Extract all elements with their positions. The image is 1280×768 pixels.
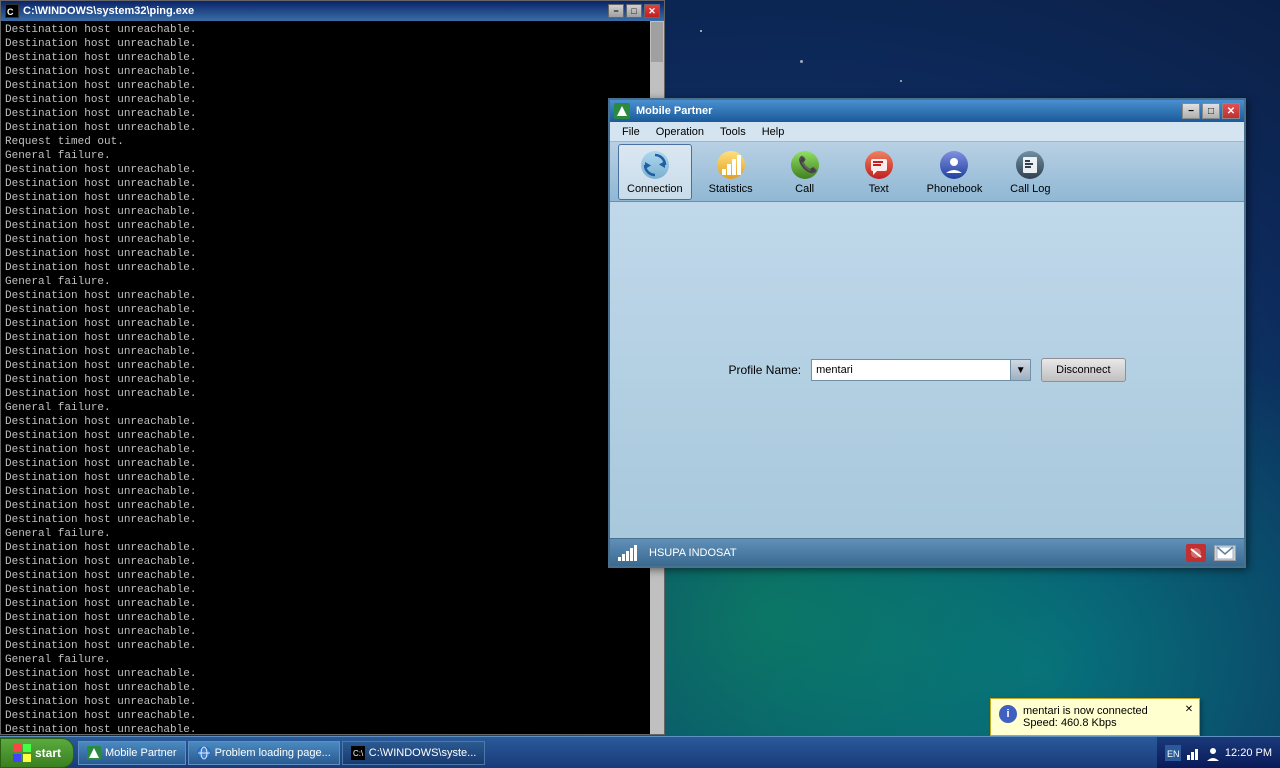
taskbar-tray: EN 12:20 PM <box>1157 737 1280 768</box>
call-label: Call <box>795 183 814 195</box>
cmd-content: Destination host unreachable.Destination… <box>1 21 664 734</box>
profile-input-wrap: ▼ <box>811 359 1031 381</box>
toolbar-call-button[interactable]: 📞 Call <box>770 144 840 200</box>
notification-info-icon: i <box>999 705 1017 723</box>
notification-text: mentari is now connected Speed: 460.8 Kb… <box>1023 705 1148 729</box>
tray-language-icon[interactable]: EN <box>1165 745 1181 761</box>
taskbar-item-browser-label: Problem loading page... <box>215 747 331 759</box>
signal-strength-icon <box>618 545 637 561</box>
mp-minimize-button[interactable]: − <box>1182 103 1200 119</box>
svg-text:📞: 📞 <box>798 154 818 174</box>
cmd-minimize-button[interactable]: − <box>608 4 624 18</box>
mp-window-icon <box>614 103 630 119</box>
cmd-maximize-button[interactable]: □ <box>626 4 642 18</box>
mobile-partner-window: Mobile Partner − □ ✕ File Operation Tool… <box>608 98 1246 568</box>
mp-main-content: Profile Name: ▼ Disconnect <box>610 202 1244 538</box>
start-label: start <box>35 746 61 760</box>
speed-label: Speed: <box>1023 717 1058 729</box>
taskbar-item-mobile-partner[interactable]: Mobile Partner <box>78 741 186 765</box>
toolbar-text-button[interactable]: Text <box>844 144 914 200</box>
connection-icon <box>639 149 671 181</box>
taskbar-items: Mobile Partner Problem loading page... C… <box>74 741 1157 765</box>
taskbar: start Mobile Partner Problem loading pag… <box>0 736 1280 768</box>
cmd-close-button[interactable]: ✕ <box>644 4 660 18</box>
menu-file[interactable]: File <box>614 124 648 140</box>
svg-text:C:\: C:\ <box>353 749 364 758</box>
star <box>900 80 902 82</box>
menu-help[interactable]: Help <box>754 124 793 140</box>
calllog-icon <box>1014 149 1046 181</box>
profile-name-label: Profile Name: <box>728 363 801 377</box>
speed-value: 460.8 Kbps <box>1061 717 1117 729</box>
mp-title: Mobile Partner <box>636 105 1182 117</box>
statistics-label: Statistics <box>709 183 753 195</box>
network-status: HSUPA INDOSAT <box>649 547 1178 559</box>
phonebook-icon <box>938 149 970 181</box>
signal-bar-3 <box>626 551 629 561</box>
cmd-window: C C:\WINDOWS\system32\ping.exe − □ ✕ Des… <box>0 0 665 735</box>
notification-close-button[interactable]: ✕ <box>1182 702 1196 716</box>
profile-dropdown-button[interactable]: ▼ <box>1011 359 1031 381</box>
toolbar-phonebook-button[interactable]: Phonebook <box>918 144 992 200</box>
signal-bar-5 <box>634 545 637 561</box>
mp-statusbar: HSUPA INDOSAT <box>610 538 1244 566</box>
calllog-label: Call Log <box>1010 183 1050 195</box>
cmd-window-icon: C <box>5 4 19 18</box>
toolbar-calllog-button[interactable]: Call Log <box>995 144 1065 200</box>
cmd-titlebar: C C:\WINDOWS\system32\ping.exe − □ ✕ <box>1 1 664 21</box>
tray-time: 12:20 PM <box>1225 747 1272 759</box>
profile-name-input[interactable] <box>811 359 1011 381</box>
taskbar-item-browser[interactable]: Problem loading page... <box>188 741 340 765</box>
statistics-icon <box>715 149 747 181</box>
toolbar-statistics-button[interactable]: Statistics <box>696 144 766 200</box>
desktop: C C:\WINDOWS\system32\ping.exe − □ ✕ Des… <box>0 0 1280 768</box>
taskbar-item-cmd-label: C:\WINDOWS\syste... <box>369 747 477 759</box>
notification-speed: Speed: 460.8 Kbps <box>1023 717 1148 729</box>
menu-tools[interactable]: Tools <box>712 124 754 140</box>
connection-label: Connection <box>627 183 683 195</box>
notification-popup: i mentari is now connected Speed: 460.8 … <box>990 698 1200 736</box>
notification-message: mentari is now connected <box>1023 705 1148 717</box>
mail-icon[interactable] <box>1214 545 1236 561</box>
mp-close-button[interactable]: ✕ <box>1222 103 1240 119</box>
signal-bar-4 <box>630 548 633 561</box>
tray-user-icon[interactable] <box>1205 745 1221 761</box>
cmd-output: Destination host unreachable.Destination… <box>5 23 660 734</box>
taskbar-item-mobile-partner-label: Mobile Partner <box>105 747 177 759</box>
star <box>800 60 803 63</box>
mp-titlebar-buttons: − □ ✕ <box>1182 103 1240 119</box>
mp-titlebar: Mobile Partner − □ ✕ <box>610 100 1244 122</box>
signal-bar-2 <box>622 554 625 561</box>
cmd-scrollbar-thumb[interactable] <box>651 22 663 62</box>
tray-network-icon[interactable] <box>1185 745 1201 761</box>
network-disconnect-icon[interactable] <box>1186 544 1206 562</box>
disconnect-button[interactable]: Disconnect <box>1041 358 1125 382</box>
svg-text:EN: EN <box>1167 749 1180 759</box>
toolbar-connection-button[interactable]: Connection <box>618 144 692 200</box>
start-button[interactable]: start <box>0 738 74 768</box>
taskbar-item-cmd[interactable]: C:\ C:\WINDOWS\syste... <box>342 741 486 765</box>
mp-toolbar: Connection <box>610 142 1244 202</box>
mp-restore-button[interactable]: □ <box>1202 103 1220 119</box>
star <box>700 30 702 32</box>
cmd-title: C:\WINDOWS\system32\ping.exe <box>23 5 608 17</box>
svg-text:C: C <box>7 7 14 17</box>
text-icon <box>863 149 895 181</box>
text-label: Text <box>869 183 889 195</box>
mp-menubar: File Operation Tools Help <box>610 122 1244 142</box>
menu-operation[interactable]: Operation <box>648 124 712 140</box>
cmd-titlebar-buttons: − □ ✕ <box>608 4 660 18</box>
phonebook-label: Phonebook <box>927 183 983 195</box>
call-icon: 📞 <box>789 149 821 181</box>
profile-row: Profile Name: ▼ Disconnect <box>728 358 1125 382</box>
signal-bar-1 <box>618 557 621 561</box>
